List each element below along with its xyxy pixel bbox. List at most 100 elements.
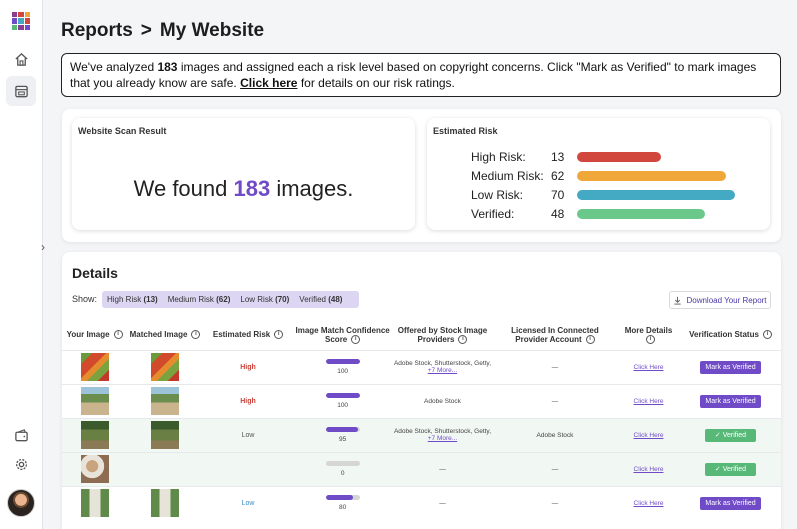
column-label: More Details [624, 325, 673, 335]
your-image-thumbnail[interactable] [80, 421, 109, 449]
avatar[interactable] [7, 489, 35, 517]
offered-text: Adobe Stock, Shutterstock, Getty, [393, 360, 492, 367]
cell-verification-status: Mark as Verified [680, 349, 781, 384]
info-icon[interactable]: i [762, 330, 772, 340]
nav-wallet[interactable] [6, 420, 36, 450]
app-root: › Reports > My Website We've analyzed 18… [0, 0, 797, 529]
score-value: 100 [337, 368, 349, 375]
filter-count: (48) [328, 295, 343, 304]
info-icon[interactable]: i [274, 330, 284, 340]
score-wrap: 0 [293, 461, 392, 477]
risk-bar [577, 209, 705, 219]
banner-count: 183 [157, 60, 178, 74]
nav-reports[interactable] [6, 76, 36, 106]
nav-home[interactable] [6, 44, 36, 74]
table-row: 0 — — Click Here ✓ Verified [62, 451, 781, 486]
cell-more-details: Click Here [616, 485, 681, 520]
info-icon[interactable]: i [351, 334, 361, 344]
info-icon[interactable]: i [113, 330, 123, 340]
score-wrap: 100 [293, 359, 392, 375]
filter-chip[interactable]: High Risk (13) [102, 295, 163, 304]
column-header: Image Match Confidence Score i [293, 320, 392, 350]
your-image-thumbnail[interactable] [80, 455, 109, 483]
filter-chip[interactable]: Medium Risk (62) [163, 295, 236, 304]
matched-image-thumbnail[interactable] [151, 489, 179, 518]
download-label: Download Your Report [686, 295, 767, 305]
click-here-link[interactable]: Click Here [634, 500, 664, 507]
score-fill [325, 495, 353, 501]
mark-as-verified-button[interactable]: Mark as Verified [700, 496, 761, 510]
matched-image-thumbnail[interactable] [151, 387, 179, 415]
info-icon[interactable]: i [585, 334, 595, 344]
breadcrumb-parent[interactable]: Reports [61, 20, 133, 42]
table-header-row: Your Image i Matched Image i Estimated Risk i… [62, 320, 781, 350]
cell-matched-image [127, 383, 203, 418]
cell-confidence-score: 0 [293, 451, 393, 486]
cell-matched-image [127, 451, 203, 486]
filter-count: (70) [275, 295, 290, 304]
wallet-icon [14, 428, 28, 441]
filter-count: (13) [143, 295, 158, 304]
risk-row: High Risk: 13 [471, 148, 661, 166]
cell-verification-status: Mark as Verified [680, 383, 781, 418]
mark-as-verified-button[interactable]: Mark as Verified [700, 360, 761, 374]
more-providers-link[interactable]: +7 More... [392, 367, 493, 374]
risk-row: Low Risk: 70 [471, 186, 735, 204]
click-here-link[interactable]: Click Here [634, 398, 664, 405]
offered-text: Adobe Stock, Shutterstock, Getty, [393, 428, 492, 435]
offered-text: — [439, 465, 446, 473]
grid-logo-icon[interactable] [12, 12, 30, 30]
verified-badge[interactable]: ✓ Verified [704, 462, 757, 476]
info-banner: We've analyzed 183 images and assigned e… [61, 53, 781, 97]
column-label: Your Image [66, 330, 110, 340]
risk-value: 62 [551, 169, 565, 183]
risk-text: Low [241, 499, 255, 507]
filter-chip[interactable]: Low Risk (70) [235, 295, 294, 304]
cell-more-details: Click Here [616, 451, 681, 486]
score-wrap: 80 [293, 495, 392, 511]
offered-text: — [439, 499, 446, 507]
filter-chip[interactable]: Verified (48) [294, 295, 347, 304]
matched-image-thumbnail[interactable] [151, 421, 179, 449]
chevron-right-icon[interactable]: › [36, 238, 50, 256]
click-here-link[interactable]: Click Here [634, 364, 664, 371]
reports-icon [14, 85, 28, 97]
risk-ratings-link[interactable]: Click here [240, 76, 297, 90]
nav-settings[interactable] [6, 449, 36, 479]
click-here-link[interactable]: Click Here [634, 432, 664, 439]
cell-offered-by: — [392, 485, 493, 520]
found-count: 183 [233, 176, 271, 201]
cell-licensed: — [492, 383, 617, 418]
info-icon[interactable]: i [458, 334, 468, 344]
info-icon[interactable]: i [646, 334, 655, 344]
show-label: Show: [72, 294, 98, 304]
matched-image-thumbnail[interactable] [151, 353, 179, 381]
cell-confidence-score: 100 [293, 383, 393, 418]
your-image-thumbnail[interactable] [80, 387, 109, 415]
risk-bar [577, 171, 726, 181]
verified-badge[interactable]: ✓ Verified [704, 428, 757, 442]
licensed-text: — [551, 363, 559, 371]
cell-offered-by: Adobe Stock [392, 383, 493, 418]
mark-as-verified-button[interactable]: Mark as Verified [700, 394, 761, 408]
info-icon[interactable]: i [191, 330, 201, 340]
click-here-link[interactable]: Click Here [634, 466, 664, 473]
your-image-thumbnail[interactable] [80, 353, 109, 381]
cell-estimated-risk: High [202, 383, 294, 418]
your-image-thumbnail[interactable] [80, 489, 109, 518]
cell-verification-status: Mark as Verified [680, 485, 781, 520]
column-label: Offered by Stock Image Providers [397, 325, 488, 344]
score-value: 95 [339, 436, 347, 443]
sidebar [0, 0, 43, 529]
more-providers-link[interactable]: +7 More... [392, 435, 493, 442]
cell-matched-image [127, 417, 203, 452]
risk-label: High Risk: [471, 150, 526, 164]
score-bar [325, 359, 360, 364]
download-report-button[interactable]: Download Your Report [669, 291, 771, 309]
score-wrap: 100 [293, 393, 392, 409]
risk-row: Verified: 48 [471, 205, 705, 223]
column-header: Licensed In Connected Provider Account i [493, 320, 617, 350]
cell-your-image [62, 451, 128, 486]
cell-confidence-score: 95 [293, 417, 393, 452]
cell-more-details: Click Here [616, 383, 681, 418]
